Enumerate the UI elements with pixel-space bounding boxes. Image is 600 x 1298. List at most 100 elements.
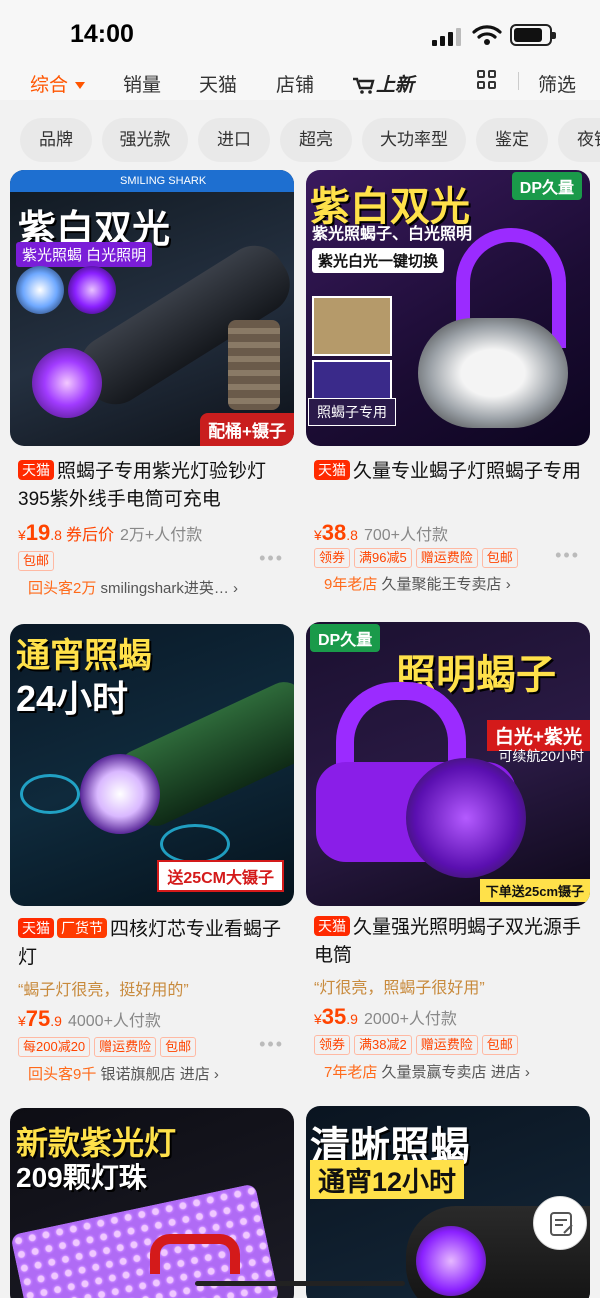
white-light-circle — [16, 266, 64, 314]
badge-free-shipping: 包邮 — [481, 1035, 518, 1055]
brand-strip: SMILING SHARK — [10, 170, 294, 192]
brand-logo: DP久量 — [511, 172, 582, 200]
product-title: 天猫 久量强光照明蝎子双光源手电筒 — [314, 916, 582, 966]
product-image[interactable]: DP久量 紫白双光 紫光照蝎子、白光照明 紫光白光一键切换 照蝎子专用 — [306, 170, 590, 446]
review-quote: “灯很亮，照蝎子很好用” — [314, 980, 485, 997]
home-indicator[interactable] — [195, 1281, 405, 1286]
sort-comprehensive[interactable]: 综合 — [30, 70, 86, 97]
product-card[interactable]: 新款紫光灯 209颗灯珠 — [10, 1108, 294, 1298]
image-corner-label: 照蝎子专用 — [308, 398, 396, 426]
image-subtitle: 紫光照蝎子、白光照明 — [312, 226, 473, 243]
badge-coupon[interactable]: 领券 — [314, 548, 351, 568]
image-subtitle: 紫光照蝎 白光照明 — [16, 242, 153, 267]
product-card[interactable]: DP久量 紫白双光 紫光照蝎子、白光照明 紫光白光一键切换 照蝎子专用 天猫 久量… — [306, 170, 590, 610]
store-link[interactable]: 9年老店 久量聚能王专卖店 › — [314, 572, 521, 598]
product-image[interactable]: 新款紫光灯 209颗灯珠 — [10, 1108, 294, 1298]
chip-night-fishing[interactable]: 夜钓 — [558, 118, 600, 162]
badge-row: 领券 满38减2 赠运费险 包邮 — [314, 1035, 522, 1055]
tmall-tag: 天猫 — [18, 918, 54, 938]
panel-handle — [150, 1234, 240, 1274]
image-subtitle-2: 紫光白光一键切换 — [312, 248, 445, 273]
badge-free-shipping: 包邮 — [18, 551, 55, 571]
status-time: 14:00 — [70, 20, 134, 48]
lantern-head — [406, 758, 526, 878]
filter-button[interactable]: 筛选 — [538, 70, 576, 97]
flashlight-head — [80, 754, 160, 834]
tmall-tag: 天猫 — [18, 460, 54, 480]
badge-row: 每200减20 赠运费险 包邮 — [18, 1037, 200, 1057]
headlamp-lens — [416, 1226, 486, 1296]
status-bar: 14:00 — [0, 0, 600, 66]
grid-view-icon[interactable] — [477, 70, 497, 90]
image-corner-label: 下单送25cm镊子 — [479, 879, 590, 902]
price-row: ¥75.9 4000+人付款 — [18, 1006, 161, 1031]
scorpion-glow — [160, 824, 230, 864]
chip-super-bright[interactable]: 超亮 — [280, 118, 352, 162]
sort-sales[interactable]: 销量 — [123, 70, 161, 97]
product-card[interactable]: 通宵照蝎 24小时 送25CM大镊子 天猫 厂货节 四核灯芯专业看蝎子灯 “蝎子灯很… — [10, 624, 294, 1094]
image-headline-2: 24小时 — [16, 678, 129, 719]
product-image[interactable]: SMILING SHARK 紫白双光 紫光照蝎 白光照明 配桶+镊子 — [10, 170, 294, 446]
badge-discount: 满96减5 — [354, 548, 412, 568]
more-icon[interactable]: ••• — [555, 545, 580, 566]
product-image[interactable]: 通宵照蝎 24小时 送25CM大镊子 — [10, 624, 294, 906]
battery-icon — [510, 24, 556, 46]
badge-row: 包邮 — [18, 551, 58, 571]
price-row: ¥38.8 700+人付款 — [314, 520, 449, 545]
scorpion-glow — [20, 774, 80, 814]
image-subtitle-2: 可续航20小时 — [498, 748, 584, 764]
product-title: 天猫 照蝎子专用紫光灯验钞灯395紫外线手电筒可充电 — [18, 460, 267, 510]
chip-brand[interactable]: 品牌 — [20, 118, 92, 162]
badge-row: 领券 满96减5 赠运费险 包邮 — [314, 548, 522, 568]
badge-discount: 满38减2 — [354, 1035, 412, 1055]
store-link[interactable]: 回头客2万 smilingshark进英… › — [18, 576, 249, 602]
brand-logo: DP久量 — [310, 624, 381, 652]
image-headline-2: 通宵12小时 — [310, 1160, 465, 1199]
image-corner-label: 送25CM大镊子 — [157, 860, 284, 892]
product-card[interactable]: SMILING SHARK 紫白双光 紫光照蝎 白光照明 配桶+镊子 天猫 照蝎子… — [10, 170, 294, 610]
sort-tmall[interactable]: 天猫 — [199, 70, 237, 97]
tmall-tag: 天猫 — [314, 916, 350, 936]
badge-discount: 每200减20 — [18, 1037, 91, 1057]
more-icon[interactable]: ••• — [259, 1034, 284, 1055]
sort-store[interactable]: 店铺 — [276, 70, 314, 97]
flashlight-head — [32, 348, 102, 418]
divider — [518, 72, 519, 90]
cart-icon — [353, 77, 375, 94]
more-icon[interactable]: ••• — [259, 548, 284, 569]
product-card[interactable]: DP久量 照明蝎子 白光+紫光 可续航20小时 下单送25cm镊子 天猫 久量强光… — [306, 622, 590, 1092]
badge-coupon[interactable]: 领券 — [314, 1035, 351, 1055]
factory-festival-tag: 厂货节 — [57, 918, 107, 938]
chip-imported[interactable]: 进口 — [198, 118, 270, 162]
caret-down-icon — [75, 82, 86, 90]
price-row: ¥19.8 券后价 2万+人付款 — [18, 520, 203, 545]
purple-light-circle — [68, 266, 116, 314]
badge-shipping-insurance: 赠运费险 — [415, 548, 478, 568]
badge-shipping-insurance: 赠运费险 — [94, 1037, 157, 1057]
bucket — [228, 320, 280, 410]
store-link[interactable]: 回头客9千 银诺旗舰店 进店 › — [18, 1062, 229, 1088]
price-row: ¥35.9 2000+人付款 — [314, 1004, 457, 1029]
badge-free-shipping: 包邮 — [481, 548, 518, 568]
lantern-head — [418, 318, 568, 428]
badge-shipping-insurance: 赠运费险 — [415, 1035, 478, 1055]
sort-new-arrivals[interactable]: 上新 — [352, 70, 414, 97]
chip-identify[interactable]: 鉴定 — [476, 118, 548, 162]
feedback-button[interactable] — [533, 1196, 587, 1250]
image-headline-2: 209颗灯珠 — [16, 1162, 147, 1193]
sort-bar: 综合 销量 天猫 店铺 — [0, 66, 600, 100]
badge-free-shipping: 包邮 — [160, 1037, 197, 1057]
scorpion-photo — [312, 296, 392, 356]
product-image[interactable]: DP久量 照明蝎子 白光+紫光 可续航20小时 下单送25cm镊子 — [306, 622, 590, 906]
store-link[interactable]: 7年老店 久量景赢专卖店 进店 › — [314, 1060, 540, 1086]
wifi-icon — [472, 25, 502, 45]
tmall-tag: 天猫 — [314, 460, 350, 480]
image-corner-label: 配桶+镊子 — [200, 413, 294, 446]
product-title: 天猫 久量专业蝎子灯照蝎子专用 — [314, 458, 584, 486]
chip-high-power[interactable]: 大功率型 — [362, 118, 466, 162]
chip-strong-light[interactable]: 强光款 — [102, 118, 188, 162]
review-quote: “蝎子灯很亮，挺好用的” — [18, 982, 189, 999]
edit-note-icon — [550, 1212, 573, 1236]
product-title: 天猫 厂货节 四核灯芯专业看蝎子灯 — [18, 918, 282, 968]
filter-chip-row: 品牌 强光款 进口 超亮 大功率型 鉴定 夜钓 — [0, 118, 600, 162]
